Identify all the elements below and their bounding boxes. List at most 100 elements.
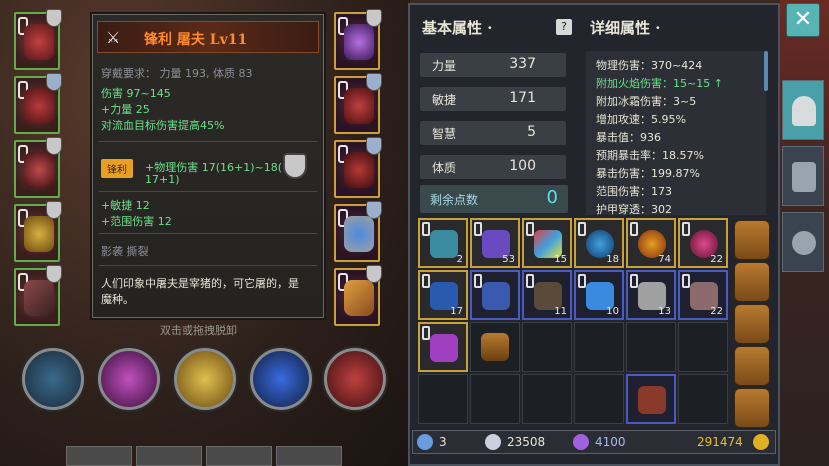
skill-blade-icon[interactable] (22, 348, 84, 410)
inventory-slot-empty[interactable] (678, 322, 728, 372)
bag-slot[interactable] (734, 262, 770, 302)
basic-attributes-title: 基本属性 · (422, 19, 493, 37)
detail-row: 增加攻速：5.95% (596, 113, 686, 126)
crossed-swords-icon (344, 280, 374, 316)
inventory-slot[interactable]: 11 (522, 270, 572, 320)
equip-slot-ring[interactable] (334, 201, 382, 262)
inventory-slot-empty[interactable] (574, 322, 624, 372)
inventory-slot-empty[interactable] (470, 374, 520, 424)
item-count: 2 (456, 254, 463, 265)
chain-icon (430, 230, 458, 258)
tab-skills[interactable] (782, 146, 824, 206)
inventory-slot[interactable]: 2 (418, 218, 468, 268)
hotbar-slot[interactable] (66, 446, 132, 466)
inventory-slot-empty[interactable] (574, 374, 624, 424)
item-count: 53 (502, 254, 515, 265)
gold-count: 291474 (697, 435, 743, 449)
skill-dash-icon[interactable] (250, 348, 312, 410)
divider (99, 141, 317, 142)
affix-tag: 锋利 (101, 159, 133, 178)
equip-slot-amulet[interactable] (14, 201, 62, 262)
stat-value: 100 (509, 158, 536, 174)
gloves-icon (344, 88, 374, 124)
lock-icon (422, 274, 430, 288)
equip-slot-offhand[interactable] (334, 265, 382, 326)
inventory-slot[interactable] (470, 322, 520, 372)
backpack-icon (481, 333, 509, 361)
tab-settings[interactable] (782, 212, 824, 272)
item-flavor-cont: 魔种。 (101, 293, 134, 306)
inventory-slot[interactable]: 15 (522, 218, 572, 268)
inventory-slot[interactable]: 22 (678, 218, 728, 268)
detail-row: 暴击值：936 (596, 131, 661, 144)
wheel-icon (792, 231, 816, 255)
helmet-icon (24, 24, 54, 60)
item-title: 锋利 屠夫 Lv11 (144, 32, 248, 48)
item-count: 18 (606, 254, 619, 265)
skill-claw-icon[interactable] (324, 348, 386, 410)
help-icon[interactable]: ? (556, 19, 572, 35)
tab-equipment[interactable] (782, 80, 824, 140)
item-bleed-bonus: 对流血目标伤害提高45% (101, 119, 225, 132)
cleaver-icon (24, 280, 54, 316)
item-count: 13 (658, 306, 671, 317)
detail-row: 附加火焰伤害：15~15 ↑ (596, 77, 723, 90)
inventory-slot[interactable]: 74 (626, 218, 676, 268)
hotbar-slot[interactable] (206, 446, 272, 466)
inventory-slot[interactable]: 53 (470, 218, 520, 268)
equip-slot-boots[interactable] (334, 137, 382, 198)
bag-slot[interactable] (734, 388, 770, 428)
equip-slot-gloves[interactable] (334, 73, 382, 134)
divider (99, 233, 317, 234)
lock-icon (682, 222, 690, 236)
equip-slot-weapon[interactable] (14, 265, 62, 326)
stat-value: 5 (527, 124, 536, 140)
shield-icon (283, 153, 307, 179)
inventory-slot[interactable] (418, 322, 468, 372)
stat-value: 171 (509, 90, 536, 106)
inventory-slot-empty[interactable] (626, 322, 676, 372)
hotbar-slot[interactable] (276, 446, 342, 466)
inventory-slot-empty[interactable] (522, 322, 572, 372)
skill-slash-icon[interactable] (98, 348, 160, 410)
inventory-slot[interactable]: 22 (678, 270, 728, 320)
inventory-slot[interactable]: 13 (626, 270, 676, 320)
detail-scrollbar[interactable] (764, 51, 768, 91)
item-aoe-bonus: +范围伤害 12 (101, 215, 172, 228)
inventory-slot[interactable]: 18 (574, 218, 624, 268)
detail-row: 物理伤害：370~424 (596, 59, 703, 72)
lock-icon (682, 274, 690, 288)
lock-icon (578, 274, 586, 288)
detailed-attributes-title: 详细属性 · (590, 19, 661, 37)
equip-slot-chest[interactable] (14, 73, 62, 134)
skill-whirl-icon[interactable] (174, 348, 236, 410)
close-button[interactable]: ✕ (786, 3, 820, 37)
equip-slot-necklace[interactable] (334, 9, 382, 70)
inventory-slot-empty[interactable] (678, 374, 728, 424)
detail-stats-list[interactable]: 物理伤害：370~424 附加火焰伤害：15~15 ↑ 附加冰霜伤害：3~5 增… (586, 51, 766, 215)
item-agility-bonus: +敏捷 12 (101, 199, 150, 212)
detail-row: 暴击伤害：199.87% (596, 167, 700, 180)
claw-icon (792, 162, 816, 192)
equip-slot-helmet[interactable] (14, 9, 62, 70)
item-flavor: 人们印象中屠夫是宰猪的，可它屠的，是 (101, 277, 299, 290)
ring-icon (344, 216, 374, 252)
bag-slot[interactable] (734, 346, 770, 386)
amulet-icon (24, 216, 54, 252)
inventory-slot[interactable]: 10 (574, 270, 624, 320)
item-count: 74 (658, 254, 671, 265)
stat-value: 337 (509, 56, 536, 72)
bag-slot[interactable] (734, 220, 770, 260)
inventory-slot[interactable] (626, 374, 676, 424)
equip-slot-legs[interactable] (14, 137, 62, 198)
lock-icon (474, 222, 482, 236)
hotbar-slot[interactable] (136, 446, 202, 466)
inventory-slot-empty[interactable] (522, 374, 572, 424)
bag-slot[interactable] (734, 304, 770, 344)
inventory-slot[interactable] (470, 270, 520, 320)
inventory-slot[interactable]: 17 (418, 270, 468, 320)
remaining-value: 0 (546, 187, 558, 208)
crystal-icon (573, 434, 589, 450)
lock-icon (630, 274, 638, 288)
inventory-slot-empty[interactable] (418, 374, 468, 424)
